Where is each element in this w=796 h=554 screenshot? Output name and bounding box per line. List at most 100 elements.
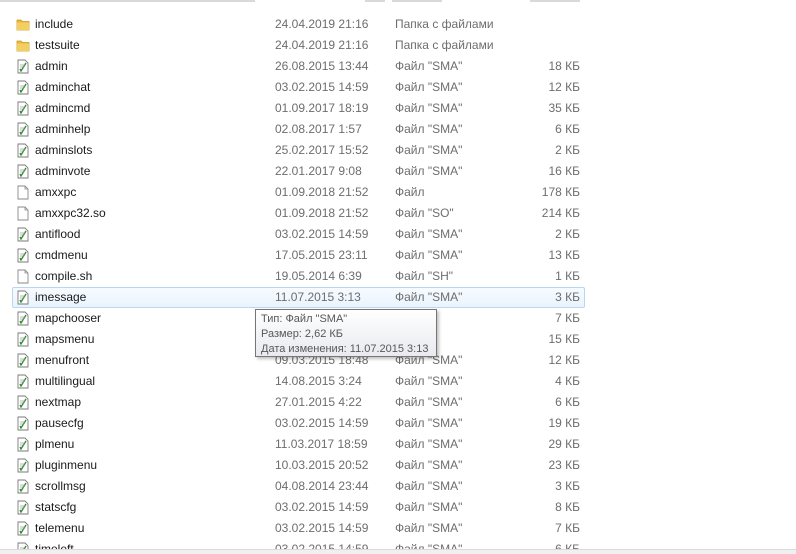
sma-file-icon <box>16 395 30 410</box>
file-name: menufront <box>35 353 90 367</box>
file-size: 214 КБ <box>541 206 580 220</box>
file-name: cmdmenu <box>35 248 88 262</box>
file-name: mapchooser <box>35 311 102 325</box>
file-size: 12 КБ <box>548 80 580 94</box>
file-row[interactable]: adminhelp 02.08.2017 1:57 Файл "SMA" 6 КБ <box>0 119 796 140</box>
file-size: 1 КБ <box>555 269 580 283</box>
file-date: 03.02.2015 14:59 <box>275 80 369 94</box>
file-name: amxxpc <box>35 185 77 199</box>
file-type: Файл "SMA" <box>395 416 463 430</box>
file-type: Файл "SMA" <box>395 248 463 262</box>
file-row[interactable]: pluginmenu 10.03.2015 20:52 Файл "SMA" 23 К… <box>0 455 796 476</box>
file-date: 01.09.2017 18:19 <box>275 101 369 115</box>
sma-file-icon <box>16 374 30 389</box>
file-row[interactable]: telemenu 03.02.2015 14:59 Файл "SMA" 7 КБ <box>0 518 796 539</box>
file-size: 19 КБ <box>548 416 580 430</box>
file-size: 2 КБ <box>555 227 580 241</box>
file-row[interactable]: admincmd 01.09.2017 18:19 Файл "SMA" 35 КБ <box>0 98 796 119</box>
file-size: 7 КБ <box>555 311 580 325</box>
file-date: 24.04.2019 21:16 <box>275 38 369 52</box>
file-size: 2 КБ <box>555 143 580 157</box>
file-date: 14.08.2015 3:24 <box>275 374 362 388</box>
file-type: Файл "SMA" <box>395 164 463 178</box>
file-name: plmenu <box>35 437 75 451</box>
file-size: 4 КБ <box>555 374 580 388</box>
file-row[interactable]: cmdmenu 17.05.2015 23:11 Файл "SMA" 13 КБ <box>0 245 796 266</box>
file-name: multilingual <box>35 374 96 388</box>
file-date: 19.05.2014 6:39 <box>275 269 362 283</box>
tooltip-size: Размер: 2,62 КБ <box>261 328 344 340</box>
file-size: 18 КБ <box>548 59 580 73</box>
blank-file-icon <box>16 269 30 284</box>
file-size: 178 КБ <box>541 185 580 199</box>
file-date: 24.04.2019 21:16 <box>275 17 369 31</box>
file-date: 03.02.2015 14:59 <box>275 500 369 514</box>
file-name: pluginmenu <box>35 458 98 472</box>
file-size: 3 КБ <box>555 479 580 493</box>
file-type: Файл "SMA" <box>395 395 463 409</box>
file-date: 17.05.2015 23:11 <box>275 248 368 262</box>
file-type: Файл "SO" <box>395 206 454 220</box>
sma-file-icon <box>16 416 30 431</box>
file-name: adminchat <box>35 80 91 94</box>
file-type: Файл "SMA" <box>395 500 463 514</box>
file-name: include <box>35 17 74 31</box>
file-row[interactable]: admin 26.08.2015 13:44 Файл "SMA" 18 КБ <box>0 56 796 77</box>
file-row[interactable]: pausecfg 03.02.2015 14:59 Файл "SMA" 19 КБ <box>0 413 796 434</box>
sma-file-icon <box>16 332 30 347</box>
file-explorer-window: include 24.04.2019 21:16 Папка с файлами te… <box>0 0 796 554</box>
file-row[interactable]: testsuite 24.04.2019 21:16 Папка с файлами <box>0 35 796 56</box>
file-size <box>480 14 580 35</box>
file-name: statscfg <box>35 500 77 514</box>
file-size: 6 КБ <box>555 122 580 136</box>
file-date: 22.01.2017 9:08 <box>275 164 362 178</box>
file-size: 23 КБ <box>548 458 580 472</box>
file-size: 7 КБ <box>555 521 580 535</box>
sma-file-icon <box>16 290 30 305</box>
file-row[interactable]: imessage 11.07.2015 3:13 Файл "SMA" 3 КБ <box>0 287 796 308</box>
tooltip-type: Тип: Файл "SMA" <box>261 313 348 325</box>
sma-file-icon <box>16 479 30 494</box>
file-row[interactable]: adminslots 25.02.2017 15:52 Файл "SMA" 2 КБ <box>0 140 796 161</box>
folder-icon <box>16 17 30 32</box>
file-size: 16 КБ <box>548 164 580 178</box>
file-type: Файл "SMA" <box>395 437 463 451</box>
file-row[interactable]: plmenu 11.03.2017 18:59 Файл "SMA" 29 КБ <box>0 434 796 455</box>
file-date: 27.01.2015 4:22 <box>275 395 362 409</box>
file-size: 13 КБ <box>548 248 580 262</box>
file-row[interactable]: adminchat 03.02.2015 14:59 Файл "SMA" 12 КБ <box>0 77 796 98</box>
file-row[interactable]: amxxpc 01.09.2018 21:52 Файл 178 КБ <box>0 182 796 203</box>
sma-file-icon <box>16 500 30 515</box>
tooltip-modified: Дата изменения: 11.07.2015 3:13 <box>261 343 429 355</box>
file-row[interactable]: adminvote 22.01.2017 9:08 Файл "SMA" 16 КБ <box>0 161 796 182</box>
sma-file-icon <box>16 437 30 452</box>
file-date: 26.08.2015 13:44 <box>275 59 369 73</box>
file-date: 10.03.2015 20:52 <box>275 458 369 472</box>
file-row[interactable]: nextmap 27.01.2015 4:22 Файл "SMA" 6 КБ <box>0 392 796 413</box>
file-name: admincmd <box>35 101 91 115</box>
sma-file-icon <box>16 311 30 326</box>
sma-file-icon <box>16 458 30 473</box>
file-list: include 24.04.2019 21:16 Папка с файлами te… <box>0 14 796 554</box>
file-row[interactable]: amxxpc32.so 01.09.2018 21:52 Файл "SO" 214 … <box>0 203 796 224</box>
horizontal-scrollbar-edge[interactable] <box>0 549 796 554</box>
file-row[interactable]: include 24.04.2019 21:16 Папка с файлами <box>0 14 796 35</box>
file-type: Файл "SMA" <box>395 479 463 493</box>
file-row[interactable]: antiflood 03.02.2015 14:59 Файл "SMA" 2 КБ <box>0 224 796 245</box>
file-name: compile.sh <box>35 269 93 283</box>
file-type: Файл "SMA" <box>395 122 463 136</box>
file-type: Файл "SMA" <box>395 458 463 472</box>
file-date: 03.02.2015 14:59 <box>275 227 369 241</box>
file-name: testsuite <box>35 38 80 52</box>
file-type: Файл "SMA" <box>395 290 463 304</box>
sma-file-icon <box>16 101 30 116</box>
file-size <box>480 35 580 56</box>
file-row[interactable]: statscfg 03.02.2015 14:59 Файл "SMA" 8 КБ <box>0 497 796 518</box>
file-row[interactable]: multilingual 14.08.2015 3:24 Файл "SMA" 4 К… <box>0 371 796 392</box>
file-row[interactable]: compile.sh 19.05.2014 6:39 Файл "SH" 1 КБ <box>0 266 796 287</box>
file-name: scrollmsg <box>35 479 86 493</box>
file-name: adminhelp <box>35 122 91 136</box>
file-date: 01.09.2018 21:52 <box>275 185 369 199</box>
file-type: Папка с файлами <box>395 17 494 31</box>
file-row[interactable]: scrollmsg 04.08.2014 23:44 Файл "SMA" 3 КБ <box>0 476 796 497</box>
